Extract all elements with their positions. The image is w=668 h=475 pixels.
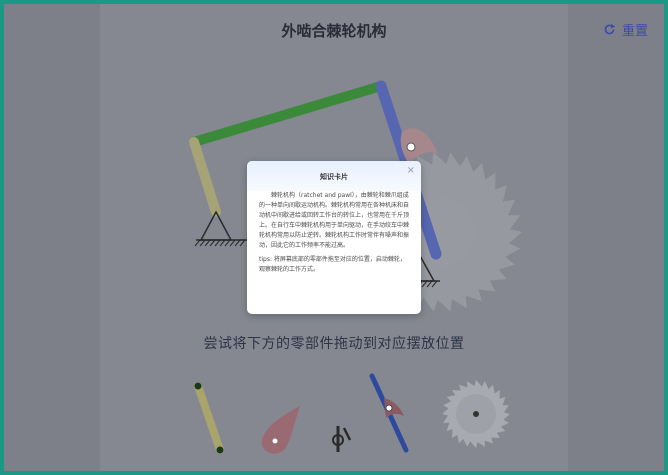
blue-lever-part[interactable]: [369, 373, 409, 453]
refresh-icon: [604, 23, 616, 35]
rocker-link: [189, 137, 221, 217]
page-title: 外啮合棘轮机构: [281, 22, 387, 40]
pawl-part[interactable]: [261, 406, 300, 454]
ground-support-left: [194, 210, 248, 247]
ratchet-wheel-part[interactable]: [442, 380, 510, 448]
modal-description: 棘轮机构（ratchet and pawl），由棘轮和棘爪组成的一种单向间歇运动…: [259, 192, 410, 249]
reset-label: 重置: [621, 24, 648, 39]
rocker-link-part[interactable]: [194, 382, 224, 454]
crank-link: [189, 81, 386, 147]
modal-tips: tips: 将屏幕底部的零部件拖至对应的位置，启动棘轮，观察棘轮的工作方式。: [259, 256, 406, 273]
reset-button[interactable]: 重置: [603, 20, 648, 39]
modal-header: 知识卡片 ×: [247, 161, 421, 191]
knowledge-card-modal: 知识卡片 × 棘轮机构（ratchet and pawl），由棘轮和棘爪组成的一…: [247, 161, 421, 314]
close-icon[interactable]: ×: [407, 165, 415, 176]
modal-title: 知识卡片: [320, 173, 348, 181]
instruction-text: 尝试将下方的零部件拖动到对应摆放位置: [203, 336, 465, 352]
small-crank-part[interactable]: [332, 426, 352, 452]
modal-body: 棘轮机构（ratchet and pawl），由棘轮和棘爪组成的一种单向间歇运动…: [247, 191, 421, 275]
